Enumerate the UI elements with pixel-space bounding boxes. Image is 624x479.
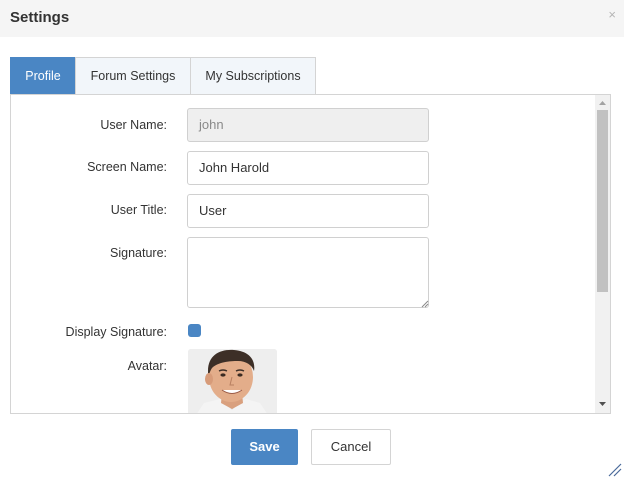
scroll-up-arrow-icon[interactable]: [598, 99, 607, 106]
avatar-label: Avatar:: [127, 359, 167, 373]
profile-panel: User Name: john Screen Name: John Harold…: [10, 94, 611, 414]
user-name-label: User Name:: [100, 118, 167, 132]
screen-name-label: Screen Name:: [87, 160, 167, 174]
close-icon[interactable]: ×: [608, 8, 616, 21]
dialog-resize-grip-icon[interactable]: [608, 463, 622, 477]
user-name-field: john: [187, 108, 429, 142]
resize-grip-icon[interactable]: [421, 300, 429, 308]
scrollbar-thumb[interactable]: [597, 110, 608, 292]
tab-my-subscriptions[interactable]: My Subscriptions: [190, 57, 316, 95]
panel-scrollbar[interactable]: [595, 95, 610, 413]
user-title-field[interactable]: User: [187, 194, 429, 228]
avatar[interactable]: [188, 349, 277, 413]
user-title-label: User Title:: [110, 203, 167, 217]
signature-textarea[interactable]: [187, 237, 429, 308]
screen-name-field[interactable]: John Harold: [187, 151, 429, 185]
tab-forum-settings[interactable]: Forum Settings: [75, 57, 191, 95]
cancel-button[interactable]: Cancel: [311, 429, 391, 465]
tab-profile[interactable]: Profile: [10, 57, 76, 95]
display-signature-label: Display Signature:: [65, 325, 167, 339]
save-button[interactable]: Save: [231, 429, 298, 465]
signature-label: Signature:: [110, 246, 167, 260]
dialog-titlebar[interactable]: Settings ×: [0, 0, 624, 37]
settings-dialog: Settings × Profile Forum Settings My Sub…: [0, 0, 624, 479]
scroll-down-arrow-icon[interactable]: [598, 401, 607, 408]
dialog-title: Settings: [10, 9, 70, 26]
avatar-photo: [188, 349, 277, 413]
display-signature-checkbox[interactable]: [188, 324, 201, 337]
